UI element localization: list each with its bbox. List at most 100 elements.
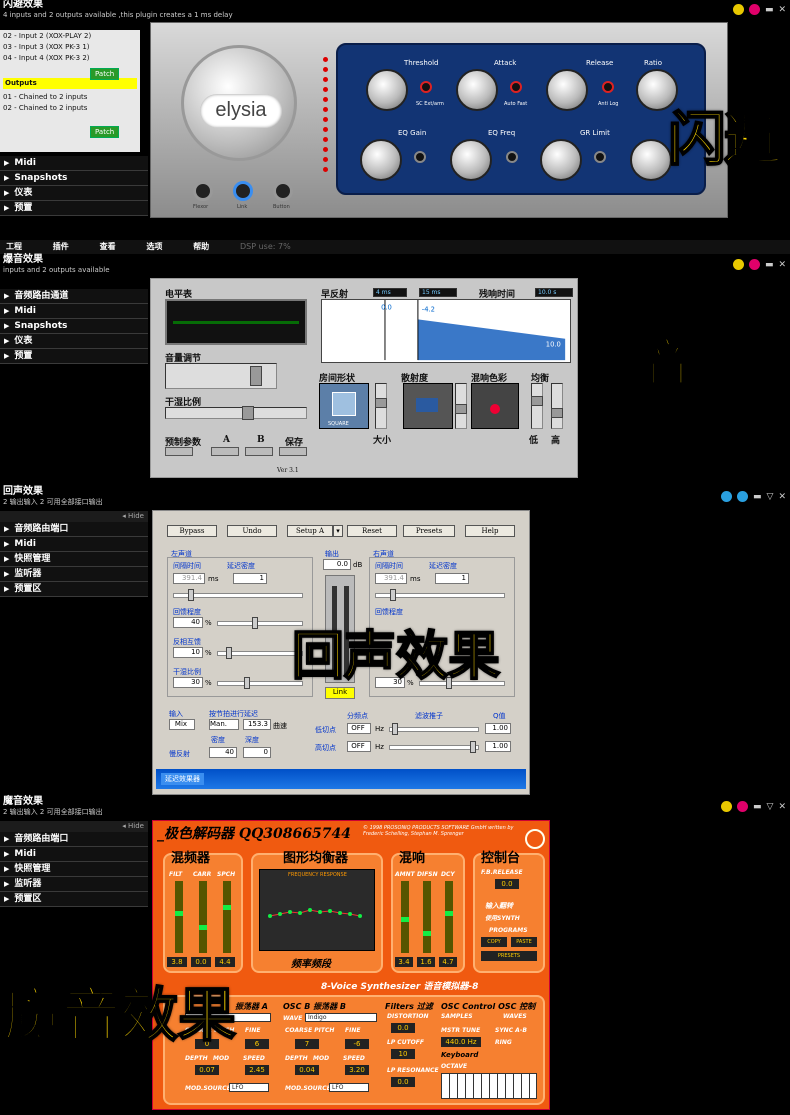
osc-b-mod-source[interactable]: LFO xyxy=(329,1083,369,1092)
minimize-icon[interactable]: ▬ xyxy=(765,5,774,15)
eq-low-slider[interactable] xyxy=(531,383,543,429)
spch-fader[interactable] xyxy=(223,881,231,953)
help-icon[interactable] xyxy=(721,801,733,812)
attack-knob[interactable] xyxy=(456,69,498,111)
left-cross-slider[interactable] xyxy=(217,647,303,659)
help-icon[interactable] xyxy=(721,491,733,502)
high-cut-field[interactable]: OFF xyxy=(347,741,371,752)
dry-wet-thumb[interactable] xyxy=(242,406,254,420)
sidebar-item-monitor[interactable]: 监听器 xyxy=(0,877,148,892)
output-item[interactable]: 01 - Chained to 2 inputs xyxy=(3,92,137,103)
release-knob[interactable] xyxy=(546,69,588,111)
left-feedback-slider[interactable] xyxy=(217,617,303,629)
left-density-select[interactable]: 1 xyxy=(233,573,267,584)
eq-gain-knob[interactable] xyxy=(360,139,402,181)
eq-display[interactable]: FREQUENCY RESPONSE xyxy=(259,869,375,951)
early-pre-delay[interactable]: 4 ms xyxy=(373,288,407,297)
size-thumb[interactable] xyxy=(375,398,387,408)
menu-plugins[interactable]: 插件 xyxy=(53,242,69,251)
power-icon[interactable] xyxy=(748,4,760,15)
right-interval-field[interactable]: 391.4 xyxy=(375,573,407,584)
filt-fader[interactable] xyxy=(175,881,183,953)
sidebar-item-midi[interactable]: Midi xyxy=(0,156,148,171)
dry-wet-slider[interactable] xyxy=(165,406,307,420)
slider-thumb[interactable] xyxy=(392,723,398,735)
early-delay[interactable]: 15 ms xyxy=(419,288,457,297)
q-high-field[interactable]: 1.00 xyxy=(485,741,511,752)
low-cut-slider[interactable] xyxy=(389,723,479,735)
sidebar-item-snapshots[interactable]: 快照管理 xyxy=(0,552,148,567)
input-item[interactable]: 02 - Input 2 (XOX-PLAY 2) xyxy=(3,31,137,42)
sidebar-item-snapshots[interactable]: Snapshots xyxy=(0,171,148,186)
left-cross-field[interactable]: 10 xyxy=(173,647,203,658)
output-item[interactable]: 02 - Chained to 2 inputs xyxy=(3,103,137,114)
size-slider[interactable] xyxy=(375,383,387,429)
button-jack[interactable] xyxy=(273,181,293,201)
osc-a-speed[interactable]: 2.45 xyxy=(245,1065,269,1075)
sidebar-item-snapshots[interactable]: 快照管理 xyxy=(0,862,148,877)
osc-b-fine[interactable]: -6 xyxy=(345,1039,369,1049)
sidebar-item-audio-routing[interactable]: 音频路由通道 xyxy=(0,289,148,304)
volume-fader[interactable] xyxy=(165,363,277,389)
osc-b-depth[interactable]: 0.04 xyxy=(295,1065,319,1075)
power-icon[interactable] xyxy=(737,801,749,812)
right-interval-slider[interactable] xyxy=(375,589,505,601)
sidebar-item-monitor[interactable]: 监听器 xyxy=(0,567,148,582)
close-icon[interactable]: ✕ xyxy=(778,5,786,15)
preset-b-button[interactable] xyxy=(245,447,273,456)
close-icon[interactable]: ✕ xyxy=(778,802,786,812)
power-icon[interactable] xyxy=(748,259,760,270)
reset-button[interactable]: Reset xyxy=(347,525,397,537)
undo-button[interactable]: Undo xyxy=(227,525,277,537)
left-interval-slider[interactable] xyxy=(173,589,303,601)
sidebar-item-presets[interactable]: 预置 xyxy=(0,201,148,216)
sidebar-item-presets[interactable]: 预置区 xyxy=(0,582,148,597)
reverb-time-value[interactable]: 10.0 s xyxy=(535,288,573,297)
sidebar-item-midi[interactable]: Midi xyxy=(0,304,148,319)
fb-release-value[interactable]: 0.0 xyxy=(495,879,519,889)
help-icon[interactable] xyxy=(732,4,744,15)
sidebar-item-audio-routing[interactable]: 音频路由端口 xyxy=(0,522,148,537)
amnt-fader[interactable] xyxy=(401,881,409,953)
lp-resonance-value[interactable]: 0.0 xyxy=(391,1077,415,1087)
density-field[interactable]: 40 xyxy=(209,747,237,758)
link-jack[interactable] xyxy=(233,181,253,201)
depth-field[interactable]: 0 xyxy=(243,747,271,758)
sidebar-item-midi[interactable]: Midi xyxy=(0,847,148,862)
diffusion-display[interactable] xyxy=(403,383,453,429)
reverb-envelope-graph[interactable]: 0.0 -4.2 10.0 xyxy=(321,299,571,363)
help-icon[interactable] xyxy=(732,259,744,270)
osc-a-depth[interactable]: 0.07 xyxy=(195,1065,219,1075)
left-drywet-slider[interactable] xyxy=(217,677,303,689)
patch-button[interactable]: Patch xyxy=(90,126,120,138)
keyboard[interactable] xyxy=(441,1073,537,1099)
close-icon[interactable]: ✕ xyxy=(778,492,786,502)
power-icon[interactable] xyxy=(737,491,749,502)
osc-a-fine[interactable]: 6 xyxy=(245,1039,269,1049)
sidebar-item-midi[interactable]: Midi xyxy=(0,537,148,552)
beat-value-field[interactable]: 153.3 xyxy=(243,719,271,730)
setup-dropdown-icon[interactable]: ▾ xyxy=(333,525,343,537)
patch-button[interactable]: Patch xyxy=(90,68,120,80)
slider-thumb[interactable] xyxy=(226,647,232,659)
eq-freq-knob[interactable] xyxy=(450,139,492,181)
sidebar-item-snapshots[interactable]: Snapshots xyxy=(0,319,148,334)
left-drywet-field[interactable]: 30 xyxy=(173,677,203,688)
sidebar-item-presets[interactable]: 预置 xyxy=(0,349,148,364)
master-tune-value[interactable]: 440.0 Hz xyxy=(441,1037,481,1047)
presets-button[interactable]: Presets xyxy=(403,525,455,537)
osc-b-wave-select[interactable]: Indigo xyxy=(305,1013,377,1022)
paste-button[interactable]: PASTE xyxy=(511,937,537,947)
diffusion-slider[interactable] xyxy=(455,383,467,429)
slider-thumb[interactable] xyxy=(470,741,476,753)
minimize-icon[interactable]: ▬ xyxy=(765,260,774,270)
eq-freq-toggle[interactable] xyxy=(506,151,518,163)
preset-a-button[interactable] xyxy=(211,447,239,456)
color-display[interactable] xyxy=(471,383,519,429)
beat-mode-select[interactable]: Man. xyxy=(209,719,239,730)
slider-thumb[interactable] xyxy=(244,677,250,689)
samples-label[interactable]: SAMPLES xyxy=(441,1013,473,1020)
presets-button[interactable] xyxy=(165,447,193,456)
menu-project[interactable]: 工程 xyxy=(6,242,22,251)
restore-icon[interactable]: ▽ xyxy=(767,492,774,502)
